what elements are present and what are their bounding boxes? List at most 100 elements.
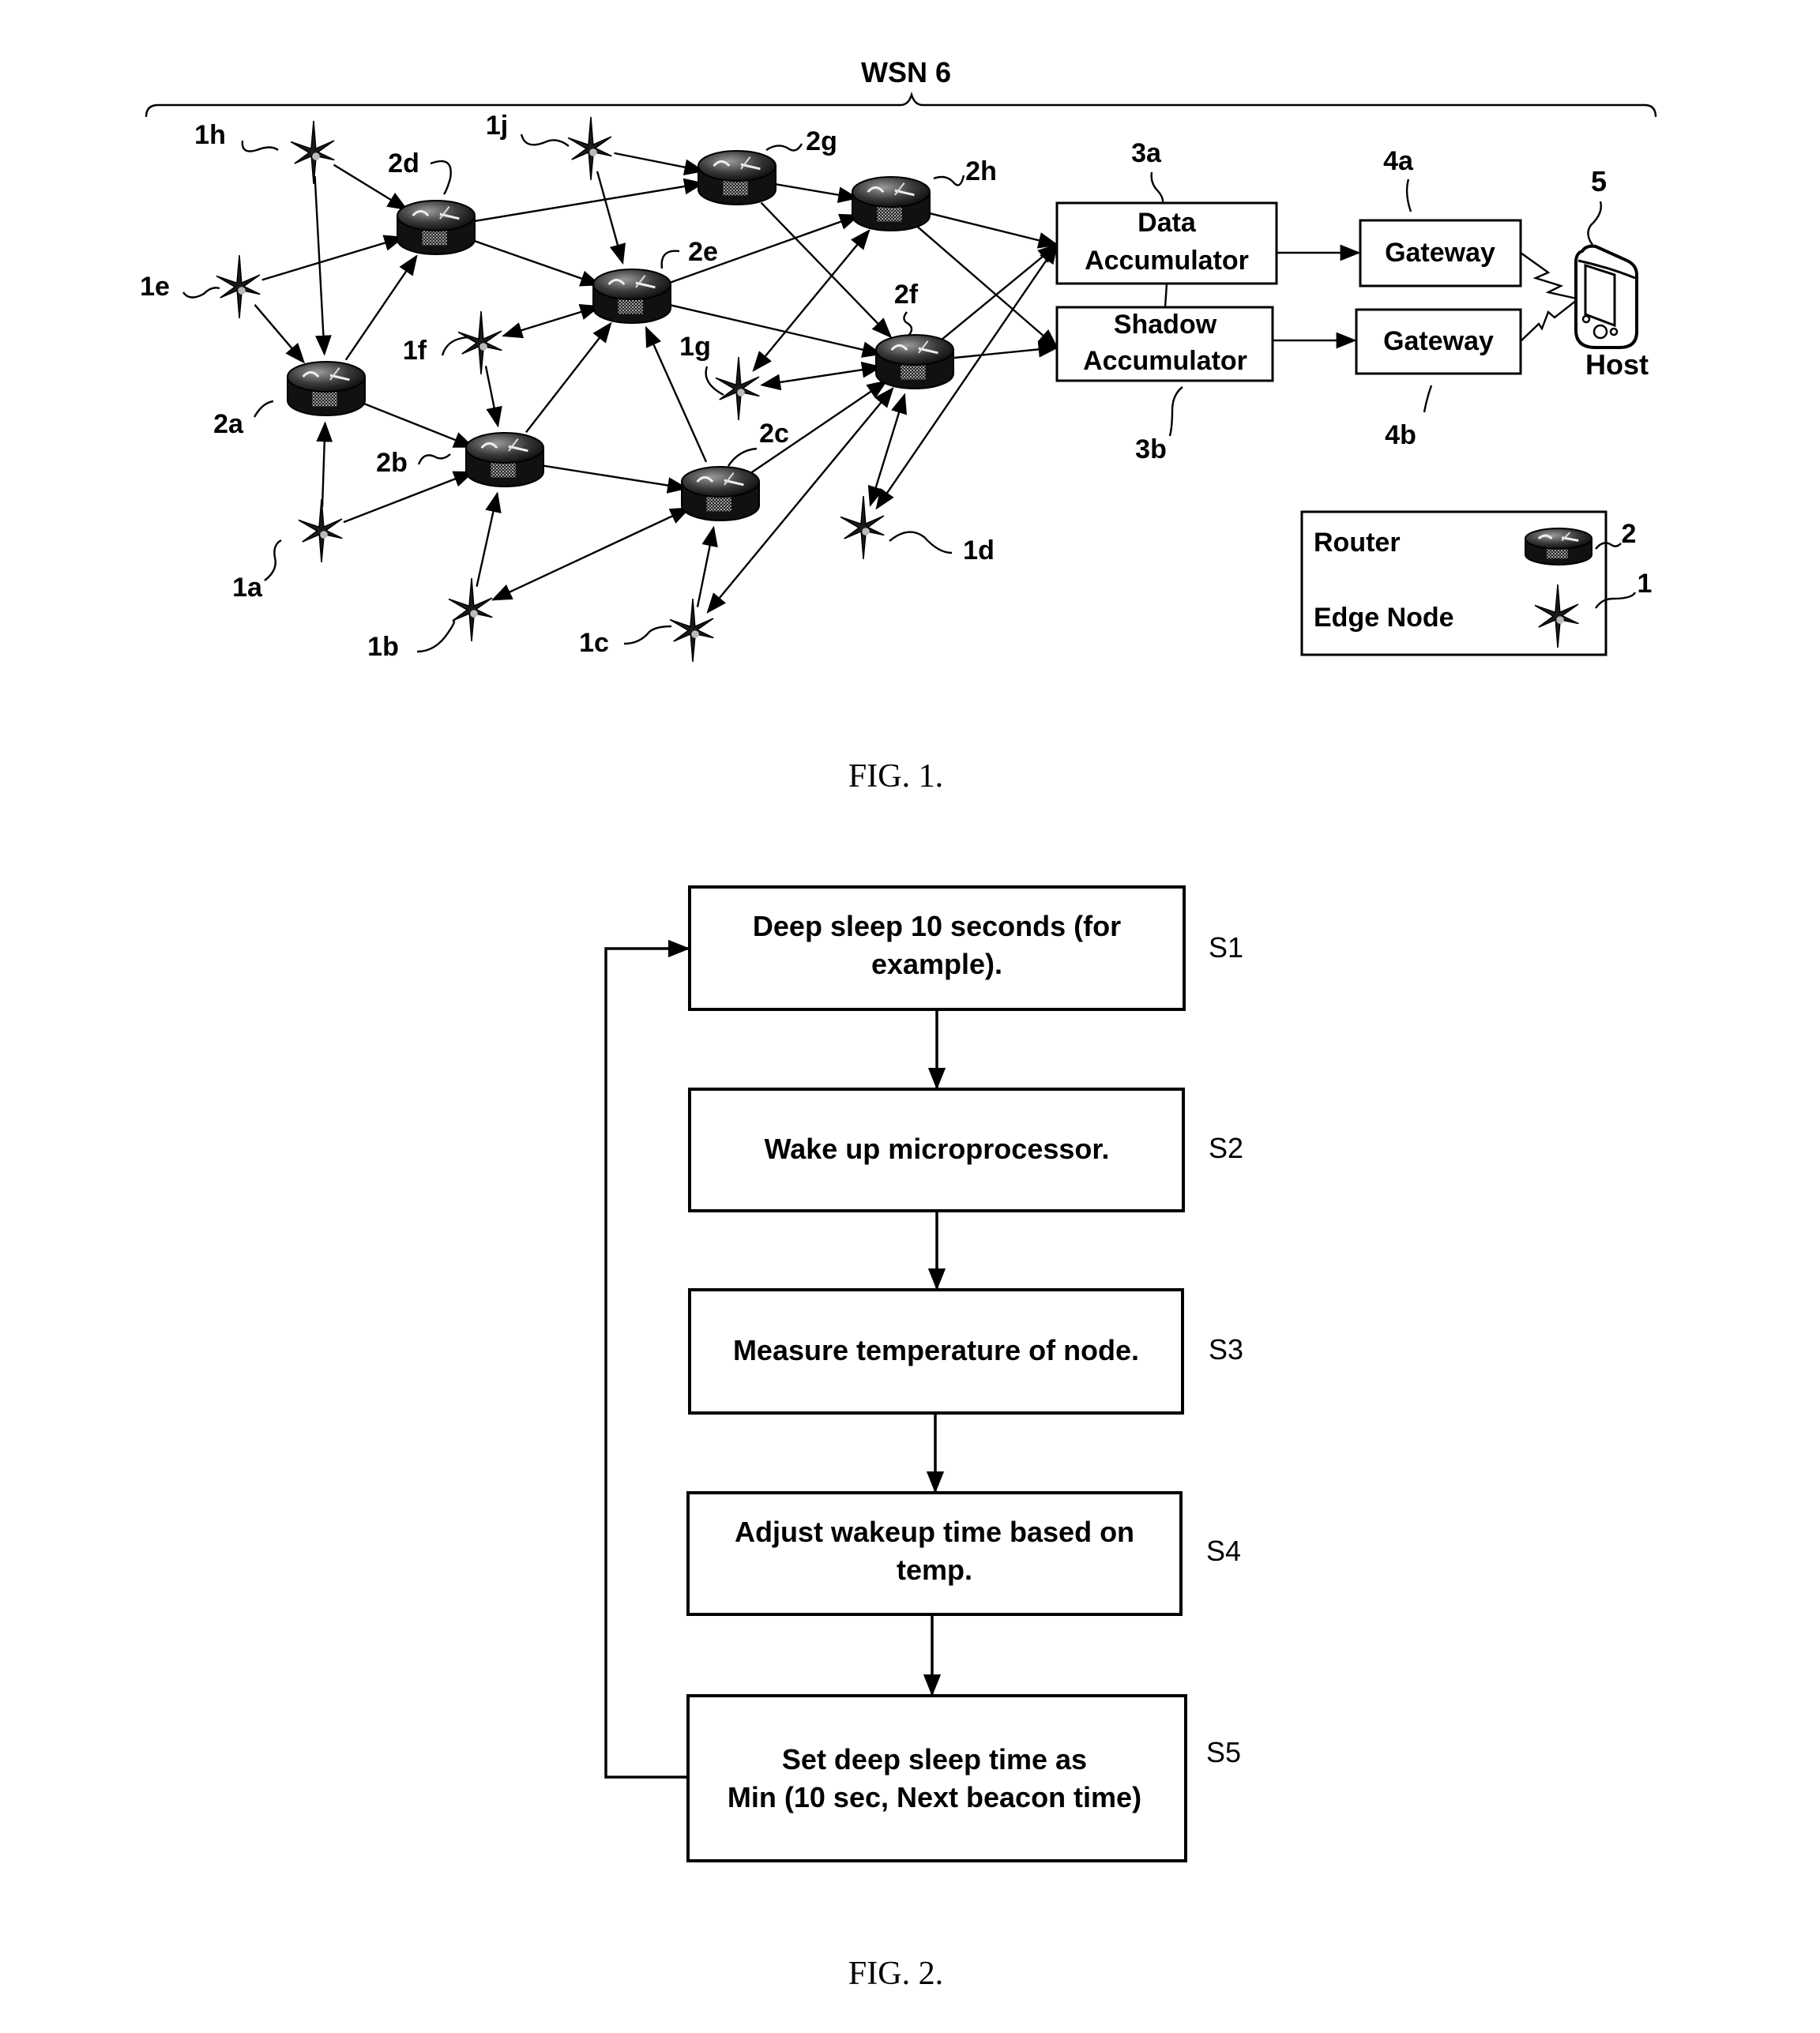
link-1d-2f xyxy=(867,393,908,507)
link-1g-2h xyxy=(752,228,871,372)
link-2f-DA xyxy=(941,243,1059,340)
link-1b-2c xyxy=(491,507,691,601)
edge-node-icon-1c xyxy=(669,598,714,663)
svg-text:Measure temperature of node.: Measure temperature of node. xyxy=(733,1334,1139,1366)
edge-node-icon-1g xyxy=(715,356,760,421)
edge-node-label-1d: 1d xyxy=(963,535,995,566)
ref-4a: 4a xyxy=(1383,146,1414,176)
step-s5: Set deep sleep time as Min (10 sec, Next… xyxy=(686,1694,1241,1862)
link-2d-2e xyxy=(468,238,601,287)
link-2g-2h xyxy=(771,182,859,204)
routers: 2a 2b 2c 2d 2e 2f 2g 2h xyxy=(213,126,997,521)
edge-node-label-1c: 1c xyxy=(579,628,609,658)
gateway-a: Gateway xyxy=(1359,219,1522,287)
router-label-2g: 2g xyxy=(806,126,837,156)
router-icon-2g xyxy=(698,150,777,205)
host-device: Host xyxy=(1574,244,1649,381)
link-1j-2g xyxy=(614,152,705,175)
svg-text:Gateway: Gateway xyxy=(1385,238,1495,268)
lead-line-2g xyxy=(765,143,803,152)
step-s4-label: S4 xyxy=(1206,1535,1241,1567)
router-label-2b: 2b xyxy=(376,448,408,478)
router-icon-2d xyxy=(397,200,476,255)
link-2b-2e xyxy=(525,321,612,434)
lead-line-1a xyxy=(264,539,282,581)
lead-line-2e xyxy=(660,250,680,269)
router-icon-2h xyxy=(852,176,931,231)
svg-text:Gateway: Gateway xyxy=(1383,326,1494,356)
lead-line-1f xyxy=(441,336,473,356)
edge-node-icon-1h xyxy=(290,120,335,185)
edge-node-icon-1a xyxy=(298,498,343,563)
link-1f-2e xyxy=(502,303,601,339)
svg-text:Min (10 sec, Next beacon time): Min (10 sec, Next beacon time) xyxy=(728,1781,1141,1813)
lead-line-2b xyxy=(417,453,451,465)
legend: Router Edge Node 2 1 xyxy=(1300,510,1653,656)
lead-line-1e xyxy=(182,287,220,299)
edge-node-label-1h: 1h xyxy=(194,120,226,150)
legend-edge-node-ref: 1 xyxy=(1638,569,1653,599)
router-icon xyxy=(1525,528,1592,566)
link-1a-2a xyxy=(316,421,333,508)
svg-text:Set deep sleep time as: Set deep sleep time as xyxy=(782,1743,1087,1776)
link-2b-2c xyxy=(539,464,689,494)
shadow-accumulator: Shadow Accumulator xyxy=(1055,306,1274,382)
step-s1-label: S1 xyxy=(1209,931,1243,964)
step-s2: Wake up microprocessor. S2 xyxy=(688,1088,1243,1212)
figure-2-caption: FIG. 2. xyxy=(848,1956,943,1992)
svg-text:Accumulator: Accumulator xyxy=(1083,346,1247,376)
edge-node-icon-1f xyxy=(457,310,502,375)
edge-node-label-1e: 1e xyxy=(140,272,170,302)
svg-text:Data: Data xyxy=(1138,208,1197,238)
data-accumulator: Data Accumulator xyxy=(1055,201,1278,285)
router-label-2d: 2d xyxy=(388,148,419,178)
step-s3: Measure temperature of node. S3 xyxy=(688,1288,1243,1415)
lead-line-1j xyxy=(520,133,570,147)
wireless-link-a xyxy=(1520,252,1577,300)
router-label-2f: 2f xyxy=(894,280,919,310)
lead-line-1c xyxy=(623,625,672,645)
link-2a-2b xyxy=(358,400,475,448)
network-label: WSN 6 xyxy=(861,56,951,88)
svg-text:Deep sleep 10 seconds (for: Deep sleep 10 seconds (for xyxy=(753,910,1121,942)
lead-line-1h xyxy=(241,140,279,152)
lead-line-2c xyxy=(727,447,758,467)
link-1j-2e xyxy=(596,171,626,265)
lead-line-2f xyxy=(903,311,913,336)
step-s2-label: S2 xyxy=(1209,1132,1243,1164)
legend-router-ref: 2 xyxy=(1622,519,1637,549)
host-label: Host xyxy=(1585,348,1649,381)
step-s1: Deep sleep 10 seconds (for example). S1 xyxy=(688,885,1243,1011)
link-1h-2a xyxy=(314,175,332,356)
legend-router-glyph xyxy=(1525,528,1592,566)
link-1b-2b xyxy=(476,491,502,587)
svg-text:Accumulator: Accumulator xyxy=(1085,246,1249,276)
link-1c-2c xyxy=(696,525,718,607)
lead-line-2d xyxy=(430,160,452,195)
router-label-2a: 2a xyxy=(213,409,244,439)
link-1f-2b xyxy=(484,366,502,428)
gateway-b: Gateway xyxy=(1355,308,1522,375)
ref-5: 5 xyxy=(1591,165,1607,197)
svg-text:Adjust wakeup time based on: Adjust wakeup time based on xyxy=(735,1516,1134,1548)
edge-node-label-1b: 1b xyxy=(367,632,399,662)
step-s3-label: S3 xyxy=(1209,1333,1243,1366)
edge-node-icon-1j xyxy=(567,116,612,181)
handheld-device-icon xyxy=(1574,244,1638,349)
accumulator-link xyxy=(1164,283,1168,308)
svg-text:Wake up microprocessor.: Wake up microprocessor. xyxy=(765,1133,1110,1165)
lead-line-1d xyxy=(889,531,953,554)
lead-line-2h xyxy=(933,175,965,186)
link-1g-2f xyxy=(760,361,883,391)
step-s5-label: S5 xyxy=(1206,1736,1241,1768)
router-label-2h: 2h xyxy=(965,156,997,186)
link-2f-SA xyxy=(949,340,1059,359)
router-icon-2e xyxy=(592,269,671,324)
figure-1-caption: FIG. 1. xyxy=(848,758,943,795)
ref-3a: 3a xyxy=(1131,138,1162,168)
lead-line-1b xyxy=(416,620,456,653)
figure-2-flowchart: Deep sleep 10 seconds (for example). S1 … xyxy=(604,885,1243,1992)
ref-3b: 3b xyxy=(1135,434,1167,464)
link-2h-DA xyxy=(924,211,1059,249)
network-brace xyxy=(145,91,1657,118)
